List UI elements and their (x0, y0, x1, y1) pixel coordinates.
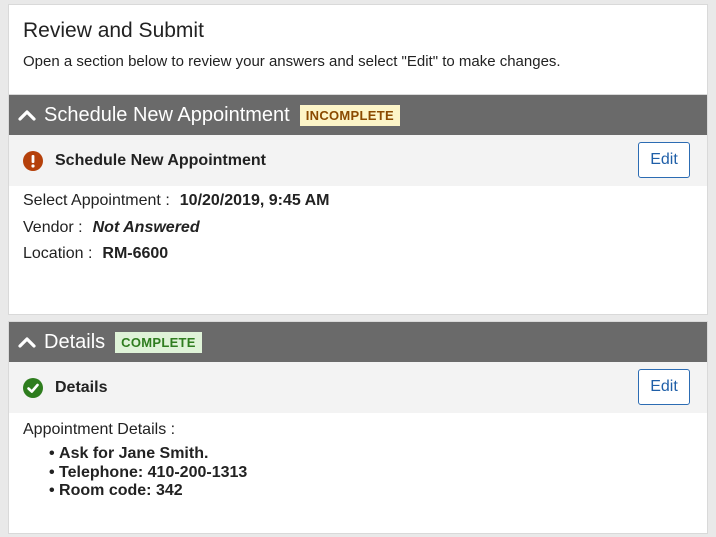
review-header: Review and Submit Open a section below t… (8, 4, 708, 94)
section-header-toggle[interactable]: Schedule New Appointment INCOMPLETE (9, 95, 707, 135)
subsection-title: Schedule New Appointment (55, 151, 266, 169)
section-body: Select Appointment :10/20/2019, 9:45 AM … (9, 186, 707, 314)
page-subtitle: Open a section below to review your answ… (23, 53, 561, 70)
field-row: Vendor : Not Answered (23, 215, 693, 242)
section-body: Appointment Details : Ask for Jane Smith… (9, 413, 707, 533)
exclamation-circle-icon (23, 150, 43, 171)
section-header-toggle[interactable]: Details COMPLETE (9, 322, 707, 362)
subsection-title: Details (55, 378, 108, 396)
check-circle-icon (23, 377, 43, 398)
section-subheader: Details Edit (9, 362, 707, 413)
field-value: 10/20/2019, 9:45 AM (179, 192, 330, 209)
section-title: Schedule New Appointment (44, 103, 290, 126)
status-badge: INCOMPLETE (299, 104, 400, 126)
field-row: Select Appointment : 10/20/2019, 9:45 AM (23, 188, 693, 215)
edit-button[interactable]: Edit (638, 369, 690, 405)
notes-list: Ask for Jane Smith. Telephone: 410-200-1… (49, 445, 693, 501)
section-title: Details (44, 330, 106, 353)
field-row: Location : RM-6600 (23, 241, 693, 268)
chevron-up-icon (18, 337, 36, 348)
field-value: RM-6600 (102, 245, 169, 262)
field-label: Select Appointment : (23, 192, 170, 209)
list-item: Ask for Jane Smith. (49, 445, 693, 464)
list-item: Room code: 342 (49, 482, 693, 501)
status-badge: COMPLETE (115, 331, 202, 353)
field-label: Location : (23, 245, 93, 262)
chevron-up-icon (18, 110, 36, 121)
list-item: Telephone: 410-200-1313 (49, 464, 693, 483)
field-value: Not Answered (92, 218, 200, 236)
section-schedule-appointment: Schedule New Appointment INCOMPLETE Sche… (8, 94, 708, 315)
review-page: Review and Submit Open a section below t… (8, 4, 708, 534)
section-subheader: Schedule New Appointment Edit (9, 135, 707, 186)
page-title: Review and Submit (23, 19, 204, 42)
details-label: Appointment Details : (23, 421, 176, 438)
section-details: Details COMPLETE Details Edit Appointmen… (8, 321, 708, 534)
edit-button[interactable]: Edit (638, 142, 690, 178)
field-label: Vendor : (23, 218, 83, 236)
